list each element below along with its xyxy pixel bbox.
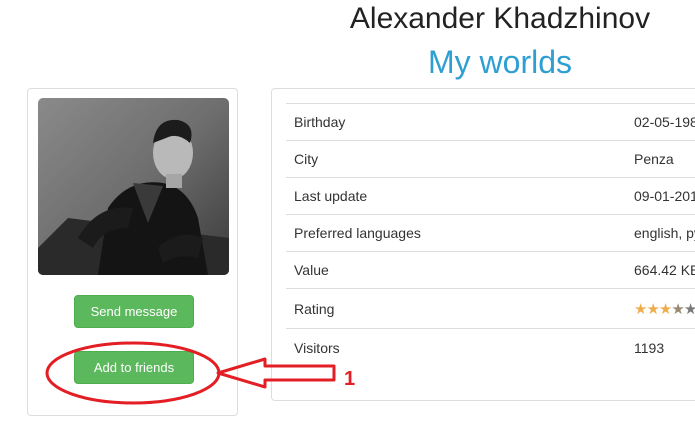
star-icon: ★ [671, 300, 684, 318]
row-value: 02-05-1988 [626, 103, 695, 141]
row-label: Value [286, 251, 626, 289]
profile-page: Alexander Khadzhinov My worlds Send mess… [0, 0, 695, 435]
row-label: Last update [286, 177, 626, 215]
send-message-button[interactable]: Send message [74, 295, 194, 328]
avatar [38, 98, 229, 275]
row-label: Birthday [286, 103, 626, 141]
table-row: City Penza [286, 140, 695, 178]
rating-stars: ★★★★★ [626, 288, 695, 329]
star-icon: ★ [658, 300, 672, 318]
row-label: Rating [286, 288, 626, 329]
profile-info-table: Birthday 02-05-1988 City Penza Last upda… [286, 103, 695, 367]
row-label: Preferred languages [286, 214, 626, 252]
profile-name: Alexander Khadzhinov [349, 2, 651, 35]
table-row: Visitors 1193 [286, 328, 695, 367]
row-value: 09-01-2018 [626, 177, 695, 215]
annotation-number: 1 [344, 368, 356, 390]
star-icon: ★ [683, 300, 695, 318]
table-row: Birthday 02-05-1988 [286, 103, 695, 141]
row-value: Penza [626, 140, 695, 178]
star-icon: ★ [646, 300, 659, 318]
table-row: Last update 09-01-2018 [286, 177, 695, 215]
table-row: Preferred languages english, py [286, 214, 695, 252]
my-worlds-link[interactable]: My worlds [300, 44, 695, 81]
table-row: Value 664.42 KB [286, 251, 695, 289]
star-icon: ★ [634, 300, 647, 318]
star-rating: ★★★★★ [634, 301, 695, 318]
row-label: Visitors [286, 328, 626, 367]
table-row: Rating ★★★★★ [286, 288, 695, 329]
row-label: City [286, 140, 626, 178]
row-value: english, py [626, 214, 695, 252]
row-value: 1193 [626, 328, 695, 367]
add-to-friends-button[interactable]: Add to friends [74, 351, 194, 384]
row-value: 664.42 KB [626, 251, 695, 289]
profile-card: Send message Add to friends [27, 88, 238, 416]
